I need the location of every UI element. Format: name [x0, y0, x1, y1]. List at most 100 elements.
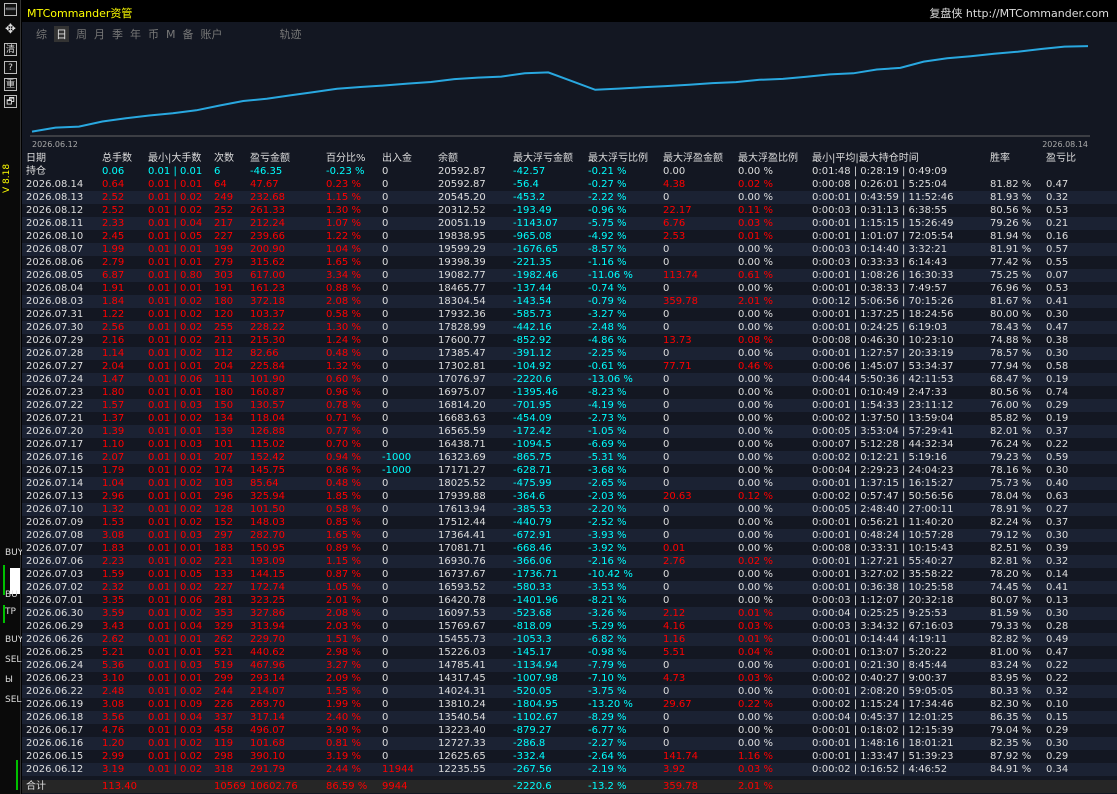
cell-io: 0	[382, 283, 389, 294]
brand-url[interactable]: http://MTCommander.com	[966, 7, 1109, 20]
cell-win: 84.91 %	[990, 764, 1032, 775]
cell-fp: 0	[663, 413, 670, 424]
cell-dd: -1094.5	[513, 439, 552, 450]
cell-fp: 2.12	[663, 608, 686, 619]
cell-lots: 0.06	[102, 166, 125, 177]
cell-minmax: 0.01 | 0.09	[148, 699, 203, 710]
cell-pct: 1.65 %	[326, 257, 361, 268]
cell-date: 2026.08.05	[26, 270, 84, 281]
table-row: 2026.07.03 1.59 0.01 | 0.05 133 144.15 0.87 %…	[22, 568, 1117, 581]
cell-lots: 2.52	[102, 192, 125, 203]
cell-ratio: 0.22	[1046, 673, 1069, 684]
cell-count: 279	[214, 257, 234, 268]
cell-ddp: -3.26 %	[588, 608, 627, 619]
cell-dd: -56.4	[513, 179, 539, 190]
cell-pl: 440.62	[250, 647, 285, 658]
cell-balance: 12727.33	[438, 738, 486, 749]
help-button[interactable]: ?	[4, 61, 17, 74]
total-row: 合计 113.40 10569 10602.76 86.59 % 9944 -2220.6 -…	[22, 780, 1117, 793]
cell-io: 0	[382, 517, 389, 528]
cell-minmax: 0.01 | 0.01	[148, 673, 203, 684]
reset-button[interactable]: 重	[4, 78, 17, 91]
cell-ratio: 0.14	[1046, 569, 1069, 580]
table-row: 2026.06.22 2.48 0.01 | 0.02 244 214.07 1.55 %…	[22, 685, 1117, 698]
cell-time: 0:00:01 | 1:37:25 | 18:24:56	[812, 309, 954, 320]
cell-fp: 2.76	[663, 556, 686, 567]
cell-win: 82.82 %	[990, 634, 1032, 645]
cell-fpp: 0.00 %	[738, 452, 773, 463]
cell-pl: 215.30	[250, 335, 285, 346]
cell-win: 75.73 %	[990, 478, 1032, 489]
cell-count: 211	[214, 335, 234, 346]
cell-time: 0:00:01 | 0:38:33 | 7:49:57	[812, 283, 948, 294]
cell-pl: 盈亏金额	[250, 153, 290, 164]
cell-fp: 0	[663, 283, 670, 294]
cell-minmax: 0.01 | 0.02	[148, 296, 203, 307]
cell-pct: 1.32 %	[326, 361, 361, 372]
cell-ratio: 0.32	[1046, 192, 1069, 203]
cell-dd: -2220.6	[513, 374, 552, 385]
cell-fp: 0	[663, 712, 670, 723]
cell-minmax: 0.01 | 0.02	[148, 413, 203, 424]
table-row: 2026.08.04 1.91 0.01 | 0.01 191 161.23 0.88 %…	[22, 282, 1117, 295]
cell-io: 0	[382, 660, 389, 671]
cell-minmax: 0.01 | 0.05	[148, 231, 203, 242]
cell-date: 2026.08.12	[26, 205, 84, 216]
cell-fp: 4.73	[663, 673, 686, 684]
cell-ratio: 0.38	[1046, 335, 1069, 346]
cell-pl: 160.87	[250, 387, 285, 398]
cell-ddp: -0.98 %	[588, 647, 627, 658]
cell-date: 2026.07.22	[26, 400, 84, 411]
cell-time: 0:00:44 | 5:50:36 | 42:11:53	[812, 374, 954, 385]
table-row: 2026.07.20 1.39 0.01 | 0.01 139 126.88 0.77 %…	[22, 425, 1117, 438]
cell-io: 0	[382, 712, 389, 723]
cell-balance: 17385.47	[438, 348, 486, 359]
cell-count: 10569	[214, 781, 246, 792]
cell-lots: 113.40	[102, 781, 137, 792]
cell-dd: -332.4	[513, 751, 546, 762]
cell-ddp: -2.27 %	[588, 738, 627, 749]
cell-fp: 359.78	[663, 296, 698, 307]
cell-count: 249	[214, 192, 234, 203]
cell-ddp: -2.48 %	[588, 322, 627, 333]
cell-dd: -1982.46	[513, 270, 558, 281]
cell-io: 0	[382, 244, 389, 255]
cell-time: 0:00:01 | 0:24:25 | 6:19:03	[812, 322, 948, 333]
cell-win: 82.24 %	[990, 517, 1032, 528]
cell-fp: 4.16	[663, 621, 686, 632]
move-icon[interactable]: ✥	[3, 22, 18, 37]
cell-ratio: 0.37	[1046, 517, 1069, 528]
table-row: 2026.07.15 1.79 0.01 | 0.02 174 145.75 0.86 %…	[22, 464, 1117, 477]
cell-dd: -475.99	[513, 478, 552, 489]
cell-pl: 103.37	[250, 309, 285, 320]
cell-ddp: -2.19 %	[588, 764, 627, 775]
cell-date: 2026.07.10	[26, 504, 84, 515]
cell-pct: 1.22 %	[326, 231, 361, 242]
cell-ddp: -7.79 %	[588, 660, 627, 671]
cell-date: 2026.07.08	[26, 530, 84, 541]
minimize-icon[interactable]: ➖	[4, 3, 17, 16]
cell-lots: 5.36	[102, 660, 125, 671]
cell-lots: 1.84	[102, 296, 125, 307]
cell-time: 0:00:04 | 2:29:23 | 24:04:23	[812, 465, 954, 476]
restore-window-icon[interactable]: 🗗	[4, 95, 17, 108]
cell-pl: 390.10	[250, 751, 285, 762]
cell-dd: -672.91	[513, 530, 552, 541]
cell-balance: 19838.95	[438, 231, 486, 242]
table-row: 2026.06.30 3.59 0.01 | 0.02 353 327.86 2.08 %…	[22, 607, 1117, 620]
cell-ratio: 0.07	[1046, 270, 1069, 281]
cell-minmax: 0.01 | 0.01	[148, 543, 203, 554]
cell-pct: 1.85 %	[326, 491, 361, 502]
cell-lots: 2.16	[102, 335, 125, 346]
cell-io: 0	[382, 530, 389, 541]
table-row: 2026.07.10 1.32 0.01 | 0.02 128 101.50 0.58 %…	[22, 503, 1117, 516]
cell-minmax: 0.01 | 0.01	[148, 647, 203, 658]
cell-ddp: -5.29 %	[588, 621, 627, 632]
cell-io: 0	[382, 582, 389, 593]
cell-minmax: 0.01 | 0.80	[148, 270, 203, 281]
cell-balance: 16097.53	[438, 608, 486, 619]
cell-balance: 16683.63	[438, 413, 486, 424]
clear-button[interactable]: 清	[4, 43, 17, 56]
brand[interactable]: 复盘侠 http://MTCommander.com	[929, 5, 1109, 21]
cell-dd: -1676.65	[513, 244, 558, 255]
